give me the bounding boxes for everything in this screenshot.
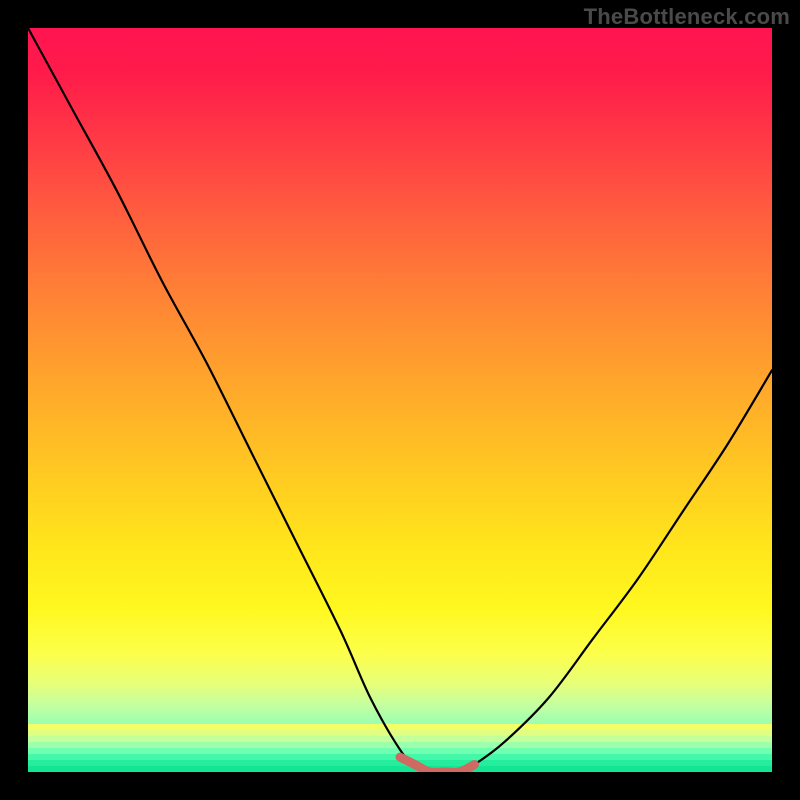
bottleneck-curve: [28, 28, 772, 772]
curve-layer: [28, 28, 772, 772]
watermark-text: TheBottleneck.com: [584, 4, 790, 30]
flat-region-marker: [400, 757, 474, 772]
plot-area: [28, 28, 772, 772]
chart-frame: TheBottleneck.com: [0, 0, 800, 800]
